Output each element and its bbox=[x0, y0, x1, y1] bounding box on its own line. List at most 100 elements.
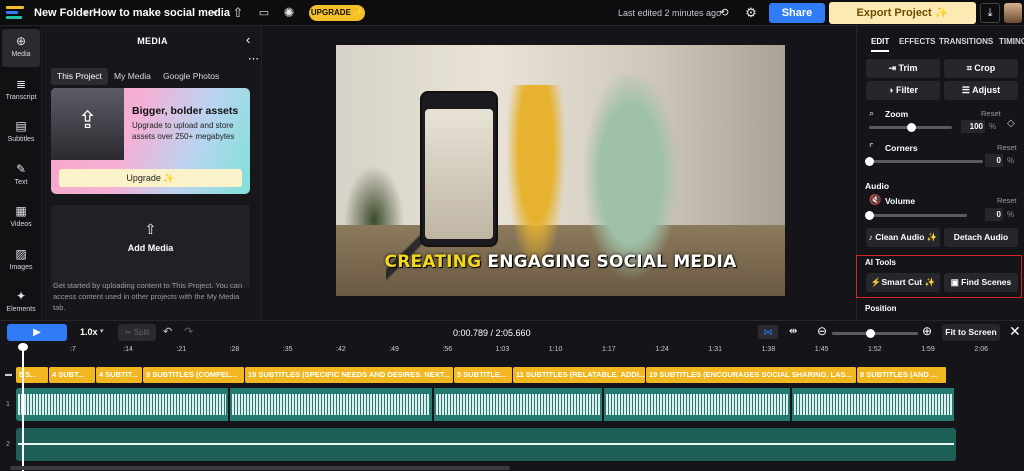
snap-icon[interactable]: ⋈ bbox=[758, 325, 778, 339]
rail-item-media[interactable]: ⊕ Media bbox=[2, 29, 40, 67]
chevron-down-icon[interactable]: ▾ bbox=[207, 5, 223, 21]
subtitle-track[interactable]: 5 S... 4 SUBT... 4 SUBTIT... 9 SUBTITLES (C… bbox=[16, 367, 957, 383]
subtitle-segment[interactable]: 4 SUBT... bbox=[49, 367, 96, 383]
crop-button[interactable]: ⌗ Crop bbox=[944, 59, 1018, 78]
tab-timing[interactable]: TIMING bbox=[999, 37, 1024, 46]
video-clip[interactable] bbox=[16, 388, 230, 421]
ruler-tick-label: :42 bbox=[336, 346, 346, 353]
subtitle-highlight: CREATING bbox=[384, 252, 482, 272]
tab-edit[interactable]: EDIT bbox=[871, 37, 890, 52]
tab-this-project[interactable]: This Project bbox=[51, 68, 108, 85]
ruler-tick-label: 1:24 bbox=[655, 346, 669, 353]
video-clip[interactable] bbox=[792, 388, 956, 421]
subtitle-segment[interactable]: 19 SUBTITLES (ENCOURAGES SOCIAL SHARING.… bbox=[646, 367, 857, 383]
playhead[interactable] bbox=[22, 344, 24, 471]
collapse-panel-icon[interactable]: ‹ bbox=[246, 32, 250, 47]
phone-on-tripod bbox=[420, 91, 498, 247]
volume-mute-icon[interactable]: 🔇 bbox=[869, 195, 881, 206]
export-project-button[interactable]: Export Project ✨ bbox=[829, 2, 976, 24]
subtitle-segment[interactable]: 4 SUBTIT... bbox=[96, 367, 143, 383]
video-track[interactable] bbox=[16, 388, 956, 421]
rail-label: Text bbox=[14, 179, 28, 186]
tab-effects[interactable]: EFFECTS bbox=[899, 37, 935, 46]
avatar[interactable] bbox=[1004, 3, 1022, 23]
undo-icon[interactable]: ↶ bbox=[163, 325, 172, 338]
gear-icon[interactable]: ⚙ bbox=[743, 5, 759, 21]
split-button[interactable]: ✂ Split bbox=[118, 324, 156, 341]
filter-button[interactable]: ◑ Filter bbox=[866, 81, 940, 100]
app-logo-icon[interactable] bbox=[6, 5, 24, 21]
volume-slider[interactable] bbox=[869, 214, 967, 217]
upgrade-button[interactable]: Upgrade ✨ bbox=[59, 169, 242, 187]
subtitle-segment[interactable]: 5 S... bbox=[16, 367, 49, 383]
subtitle-segment[interactable]: 8 SUBTITLES (AND ... bbox=[857, 367, 947, 383]
chevron-down-icon[interactable]: ▾ bbox=[100, 327, 104, 335]
timeline-zoom-slider[interactable] bbox=[832, 332, 918, 335]
timeline-zoom-handle[interactable] bbox=[866, 329, 875, 338]
video-clip[interactable] bbox=[434, 388, 604, 421]
rail-item-images[interactable]: ▨ Images bbox=[2, 242, 40, 280]
close-icon[interactable]: ✕ bbox=[1009, 323, 1021, 340]
lightbulb-icon[interactable]: ✺ bbox=[281, 5, 297, 21]
clean-audio-button[interactable]: ♪ Clean Audio ✨ bbox=[866, 228, 940, 247]
zoom-reset[interactable]: Reset bbox=[981, 109, 1001, 118]
share-button[interactable]: Share bbox=[769, 3, 825, 23]
trim-label: Trim bbox=[898, 63, 918, 73]
volume-value[interactable]: 0 bbox=[985, 208, 1003, 221]
tab-transitions[interactable]: TRANSITIONS bbox=[939, 37, 993, 46]
upgrade-promo-card: ⇪ Bigger, bolder assets Upgrade to uploa… bbox=[51, 88, 250, 194]
timeline-scrollbar[interactable] bbox=[10, 466, 510, 470]
rail-item-transcript[interactable]: ≣ Transcript bbox=[2, 72, 40, 110]
zoom-value[interactable]: 100 bbox=[961, 120, 985, 133]
images-icon: ▨ bbox=[15, 247, 27, 261]
promo-text: Upgrade to upload and store assets over … bbox=[132, 121, 235, 141]
subtitle-overlay[interactable]: CREATING ENGAGING SOCIAL MEDIA bbox=[336, 252, 785, 272]
video-preview[interactable]: CREATING ENGAGING SOCIAL MEDIA bbox=[336, 45, 785, 296]
corners-reset[interactable]: Reset bbox=[997, 143, 1017, 152]
subtitle-segment[interactable]: 19 SUBTITLES (SPECIFIC NEEDS AND DESIRES… bbox=[245, 367, 454, 383]
tab-google-photos[interactable]: Google Photos bbox=[157, 68, 225, 85]
subtitle-segment[interactable]: 11 SUBTITLES (RELATABLE. ADDI... bbox=[513, 367, 646, 383]
subtitle-segment[interactable]: 5 SUBTITLE... bbox=[454, 367, 513, 383]
rail-item-videos[interactable]: ▦ Videos bbox=[2, 199, 40, 237]
upload-icon: ⇧ bbox=[144, 221, 157, 237]
rail-item-elements[interactable]: ✦ Elements bbox=[2, 284, 40, 322]
adjust-button[interactable]: ☰ Adjust bbox=[944, 81, 1018, 100]
zoom-in-icon[interactable]: ⊕ bbox=[922, 324, 932, 338]
ruler-tick-label: 1:31 bbox=[708, 346, 723, 353]
share-label: Share bbox=[781, 7, 813, 19]
volume-reset[interactable]: Reset bbox=[997, 196, 1017, 205]
subtitle-segment[interactable]: 9 SUBTITLES (COMPEL... bbox=[143, 367, 245, 383]
undo-history-icon[interactable]: ⟲ bbox=[716, 5, 732, 21]
track-number: 2 bbox=[6, 441, 10, 448]
playhead-handle[interactable] bbox=[18, 343, 28, 351]
detach-audio-button[interactable]: Detach Audio bbox=[944, 228, 1018, 247]
add-media-dropzone[interactable]: ⇧ Add Media bbox=[51, 205, 250, 288]
play-button[interactable]: ▶ bbox=[7, 324, 67, 341]
rail-item-text[interactable]: ✎ Text bbox=[2, 157, 40, 195]
video-clip[interactable] bbox=[604, 388, 792, 421]
rail-item-subtitles[interactable]: ▤ Subtitles bbox=[2, 114, 40, 152]
zoom-out-icon[interactable]: ⊖ bbox=[817, 324, 827, 338]
upgrade-button[interactable]: UPGRADE ✨ bbox=[309, 5, 365, 21]
audio-track[interactable] bbox=[16, 428, 956, 461]
corners-slider-handle[interactable] bbox=[865, 157, 874, 166]
time-ruler[interactable]: :7:14:21:28:35:42:49:56 1:03 1:10 1:17 1:24 1… bbox=[0, 344, 1024, 358]
upload-icon[interactable]: ⇧ bbox=[230, 5, 246, 21]
tab-my-media[interactable]: My Media bbox=[108, 68, 157, 85]
fit-to-screen-button[interactable]: Fit to Screen bbox=[942, 324, 1000, 341]
corners-value[interactable]: 0 bbox=[985, 154, 1003, 167]
playback-speed[interactable]: 1.0x bbox=[80, 327, 98, 337]
download-icon[interactable]: ⤓ bbox=[980, 3, 1000, 23]
redo-icon[interactable]: ↷ bbox=[184, 325, 193, 338]
zoom-slider-handle[interactable] bbox=[906, 123, 916, 132]
trim-button[interactable]: ⇥ Trim bbox=[866, 59, 940, 78]
video-clip[interactable] bbox=[230, 388, 434, 421]
keyframe-icon[interactable]: ◇ bbox=[1007, 118, 1015, 129]
audio-waveform bbox=[18, 394, 226, 415]
corners-slider[interactable] bbox=[869, 160, 983, 163]
more-options-icon[interactable]: ⋯ bbox=[248, 52, 259, 65]
subtitles-icon[interactable]: ▭ bbox=[256, 5, 272, 21]
fit-width-icon[interactable]: ⇹ bbox=[789, 326, 797, 337]
volume-slider-handle[interactable] bbox=[865, 211, 874, 220]
